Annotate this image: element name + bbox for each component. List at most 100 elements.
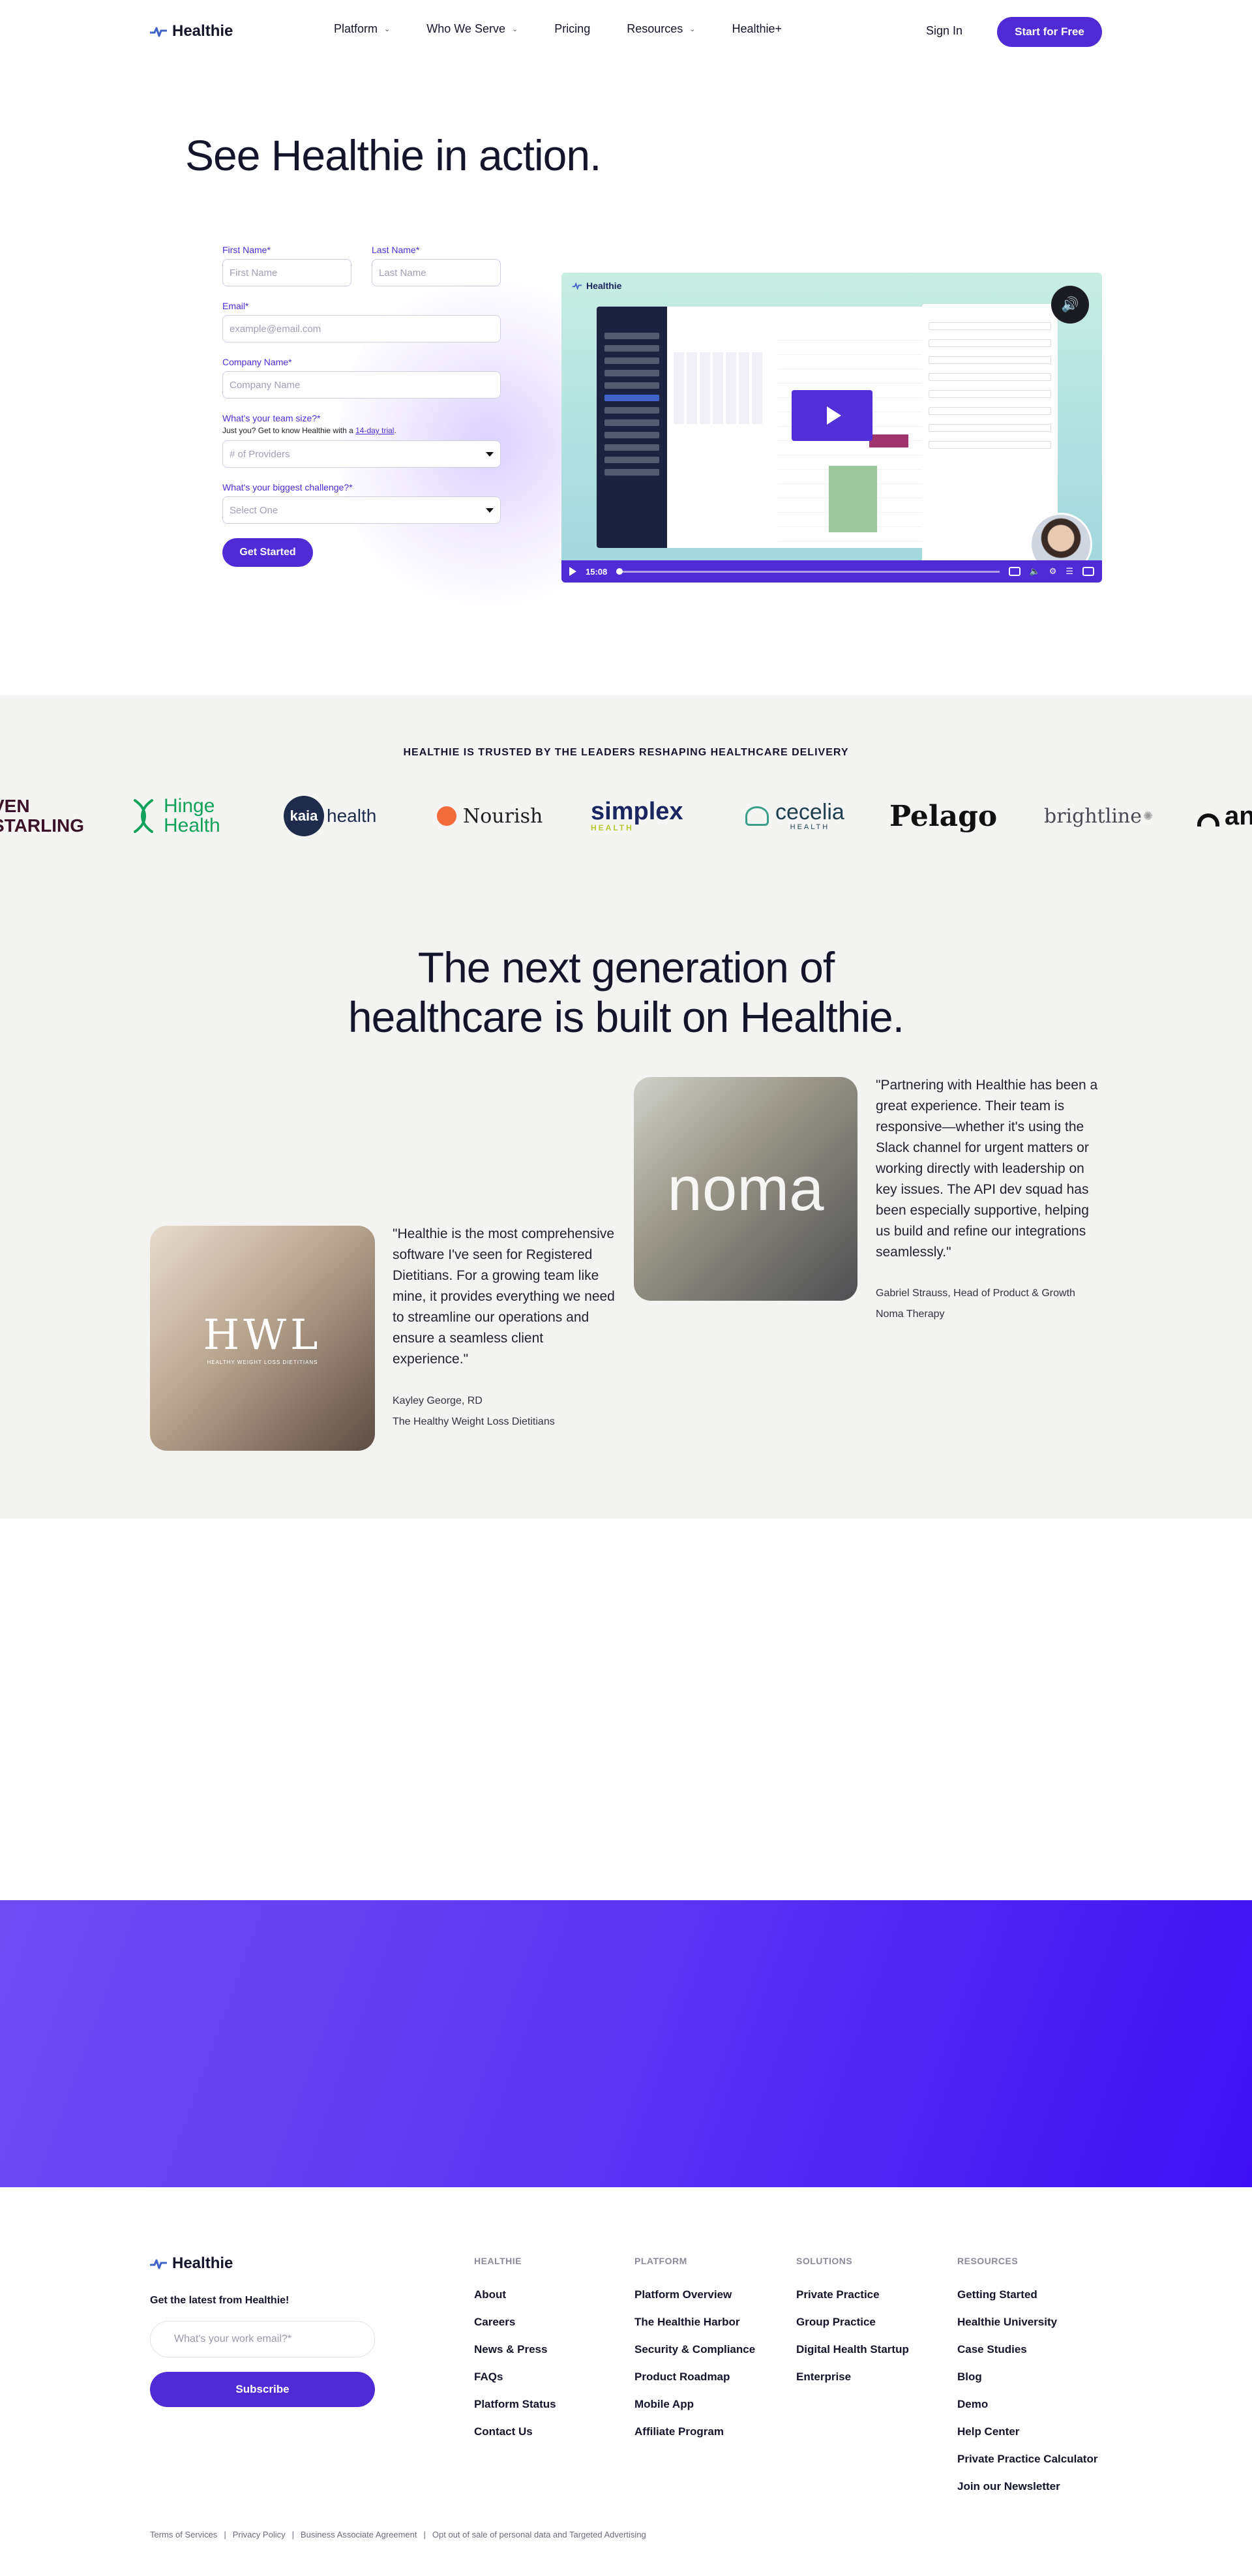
footer-link[interactable]: FAQs — [474, 2371, 556, 2384]
captions-icon[interactable] — [1008, 567, 1021, 576]
partial-wordmark: an — [1225, 801, 1252, 830]
email-group: Email* example@email.com — [222, 301, 501, 342]
footer-link[interactable]: Product Roadmap — [634, 2371, 755, 2384]
email-input[interactable]: example@email.com — [222, 315, 501, 342]
footer-logo[interactable]: Healthie — [150, 2254, 233, 2273]
arch-mark-icon — [1197, 813, 1219, 826]
footer-link[interactable]: Contact Us — [474, 2425, 556, 2438]
footer-link[interactable]: Case Studies — [957, 2343, 1097, 2356]
partner-logo-pelago: Pelago — [889, 787, 997, 845]
legal-link[interactable]: Terms of Services — [150, 2530, 217, 2539]
legal-link[interactable]: Business Associate Agreement — [301, 2530, 417, 2539]
testimonials-title: The next generation of healthcare is bui… — [0, 943, 1252, 1042]
last-name-input[interactable]: Last Name — [372, 259, 501, 286]
gear-icon[interactable]: ⚙ — [1049, 566, 1057, 577]
hwl-logo-text: HWL — [203, 1311, 322, 1359]
nav-link-who-we-serve[interactable]: Who We Serve ⌄ — [426, 22, 518, 36]
hwl-quote: "Healthie is the most comprehensive soft… — [393, 1226, 615, 1367]
legal-link[interactable]: Opt out of sale of personal data and Tar… — [432, 2530, 646, 2539]
fullscreen-icon[interactable] — [1082, 567, 1094, 576]
footer-link[interactable]: Careers — [474, 2316, 556, 2329]
challenge-group: What's your biggest challenge?* Select O… — [222, 482, 501, 524]
footer-link[interactable]: The Healthie Harbor — [634, 2316, 755, 2329]
nav-link-platform[interactable]: Platform ⌄ — [334, 22, 390, 36]
trial-hint-end: . — [394, 426, 396, 435]
panel-field — [929, 441, 1051, 449]
chapters-icon[interactable]: ☰ — [1066, 566, 1073, 577]
footer-link[interactable]: Digital Health Startup — [796, 2343, 909, 2356]
demo-video[interactable]: Healthie 🔊 15:08 🔈 ⚙ ☰ — [561, 273, 1102, 583]
nav-link-healthie[interactable]: Healthie+ — [732, 22, 782, 36]
caret-down-icon — [486, 451, 494, 457]
get-started-button[interactable]: Get Started — [222, 538, 313, 567]
footer-link[interactable]: Blog — [957, 2371, 1097, 2384]
team-size-select[interactable]: # of Providers — [222, 440, 501, 468]
footer-column-heading: SOLUTIONS — [796, 2256, 853, 2266]
footer-link[interactable]: News & Press — [474, 2343, 556, 2356]
trusted-section: HEALTHIE IS TRUSTED BY THE LEADERS RESHA… — [0, 695, 1252, 874]
sign-in-link[interactable]: Sign In — [926, 24, 962, 38]
footer-link[interactable]: Mobile App — [634, 2398, 755, 2411]
last-name-label: Last Name* — [372, 245, 420, 255]
footer-link[interactable]: Group Practice — [796, 2316, 909, 2329]
footer-link[interactable]: Enterprise — [796, 2371, 909, 2384]
volume-icon[interactable]: 🔈 — [1030, 566, 1040, 577]
footer-link[interactable]: Private Practice Calculator — [957, 2453, 1097, 2466]
challenge-select[interactable]: Select One — [222, 496, 501, 524]
footer-link[interactable]: Healthie University — [957, 2316, 1097, 2329]
noma-author: Gabriel Strauss, Head of Product & Growt… — [876, 1288, 1075, 1299]
purple-banner — [0, 1900, 1252, 2187]
trial-link[interactable]: 14-day trial — [355, 426, 394, 435]
play-icon[interactable] — [569, 567, 576, 576]
nav-link-label: Healthie+ — [732, 22, 782, 35]
footer-link[interactable]: Platform Status — [474, 2398, 556, 2411]
first-name-group: First Name* First Name — [222, 245, 351, 286]
subscribe-button[interactable]: Subscribe — [150, 2372, 375, 2407]
footer-column-solutions: SOLUTIONS Private Practice Group Practice D… — [796, 2256, 909, 2398]
legal-link[interactable]: Privacy Policy — [233, 2530, 286, 2539]
noma-quote: "Partnering with Healthie has been a gre… — [876, 1078, 1098, 1260]
first-name-input[interactable]: First Name — [222, 259, 351, 286]
play-button[interactable] — [792, 390, 872, 441]
app-sidebar-item — [604, 407, 659, 414]
challenge-value: Select One — [230, 504, 278, 516]
company-input[interactable]: Company Name — [222, 371, 501, 399]
app-sidebar-item — [604, 370, 659, 376]
partner-logo-partial: an — [1197, 787, 1252, 845]
team-size-group: What's your team size?* Just you? Get to… — [222, 413, 501, 468]
challenge-label: What's your biggest challenge?* — [222, 482, 353, 492]
nav-link-label: Who We Serve — [426, 22, 505, 35]
newsletter-email-input[interactable]: What's your work email?* — [150, 2321, 375, 2357]
seven-starling-line2: STARLING — [0, 815, 85, 836]
footer-link[interactable]: Security & Compliance — [634, 2343, 755, 2356]
nav-link-resources[interactable]: Resources ⌄ — [627, 22, 695, 36]
last-name-group: Last Name* Last Name — [372, 245, 501, 286]
app-sidebar-item — [604, 457, 659, 463]
speaker-icon[interactable]: 🔊 — [1051, 286, 1089, 324]
panel-field — [929, 322, 1051, 330]
footer-link[interactable]: Join our Newsletter — [957, 2480, 1097, 2493]
app-sidebar-item — [604, 345, 659, 352]
footer-link[interactable]: Getting Started — [957, 2288, 1097, 2301]
footer-link[interactable]: Help Center — [957, 2425, 1097, 2438]
video-brand: Healthie — [572, 280, 621, 291]
panel-field — [929, 356, 1051, 364]
start-free-button[interactable]: Start for Free — [997, 17, 1102, 47]
footer-link[interactable]: About — [474, 2288, 556, 2301]
trusted-title: HEALTHIE IS TRUSTED BY THE LEADERS RESHA… — [403, 747, 849, 758]
pulse-icon — [150, 27, 167, 37]
hinge-line2: Health — [164, 815, 220, 836]
footer-link[interactable]: Affiliate Program — [634, 2425, 755, 2438]
noma-org: Noma Therapy — [876, 1309, 945, 1320]
brand-logo[interactable]: Healthie — [150, 22, 233, 40]
app-sidebar-item — [604, 382, 659, 389]
nav-link-pricing[interactable]: Pricing — [554, 22, 590, 36]
footer-link[interactable]: Private Practice — [796, 2288, 909, 2301]
kaia-wordmark: health — [327, 806, 377, 826]
footer-link[interactable]: Platform Overview — [634, 2288, 755, 2301]
nourish-wordmark: Nourish — [463, 804, 543, 828]
calendar-event — [829, 466, 877, 532]
app-sidebar-item — [604, 432, 659, 438]
footer-link[interactable]: Demo — [957, 2398, 1097, 2411]
video-progress-track[interactable] — [616, 568, 1000, 575]
